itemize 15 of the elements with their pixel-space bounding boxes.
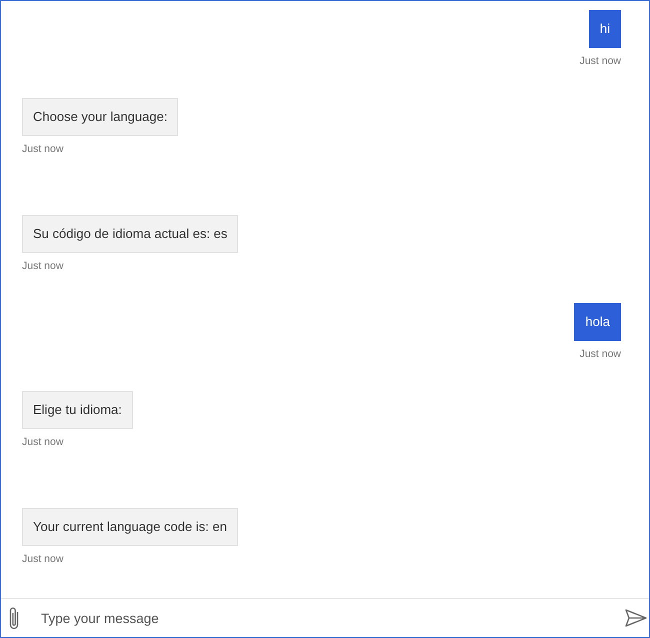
paperclip-icon bbox=[8, 606, 20, 630]
message-timestamp: Just now bbox=[22, 259, 64, 273]
message-timestamp: Just now bbox=[580, 347, 621, 361]
message-timestamp: Just now bbox=[22, 552, 64, 566]
bot-message-bubble: Choose your language: bbox=[22, 98, 178, 136]
bot-message-bubble: Elige tu idioma: bbox=[22, 391, 133, 429]
message-timestamp: Just now bbox=[580, 54, 621, 68]
user-message-bubble: hola bbox=[574, 303, 621, 341]
user-message-bubble: hi bbox=[588, 10, 621, 48]
message-timestamp: Just now bbox=[22, 142, 64, 156]
bot-message-bubble: Su código de idioma actual es: es bbox=[22, 215, 238, 253]
bot-message-bubble: Your current language code is: en bbox=[22, 508, 238, 546]
message-timestamp: Just now bbox=[22, 435, 64, 449]
message-input[interactable]: Type your message bbox=[41, 599, 623, 637]
send-icon bbox=[625, 609, 647, 627]
